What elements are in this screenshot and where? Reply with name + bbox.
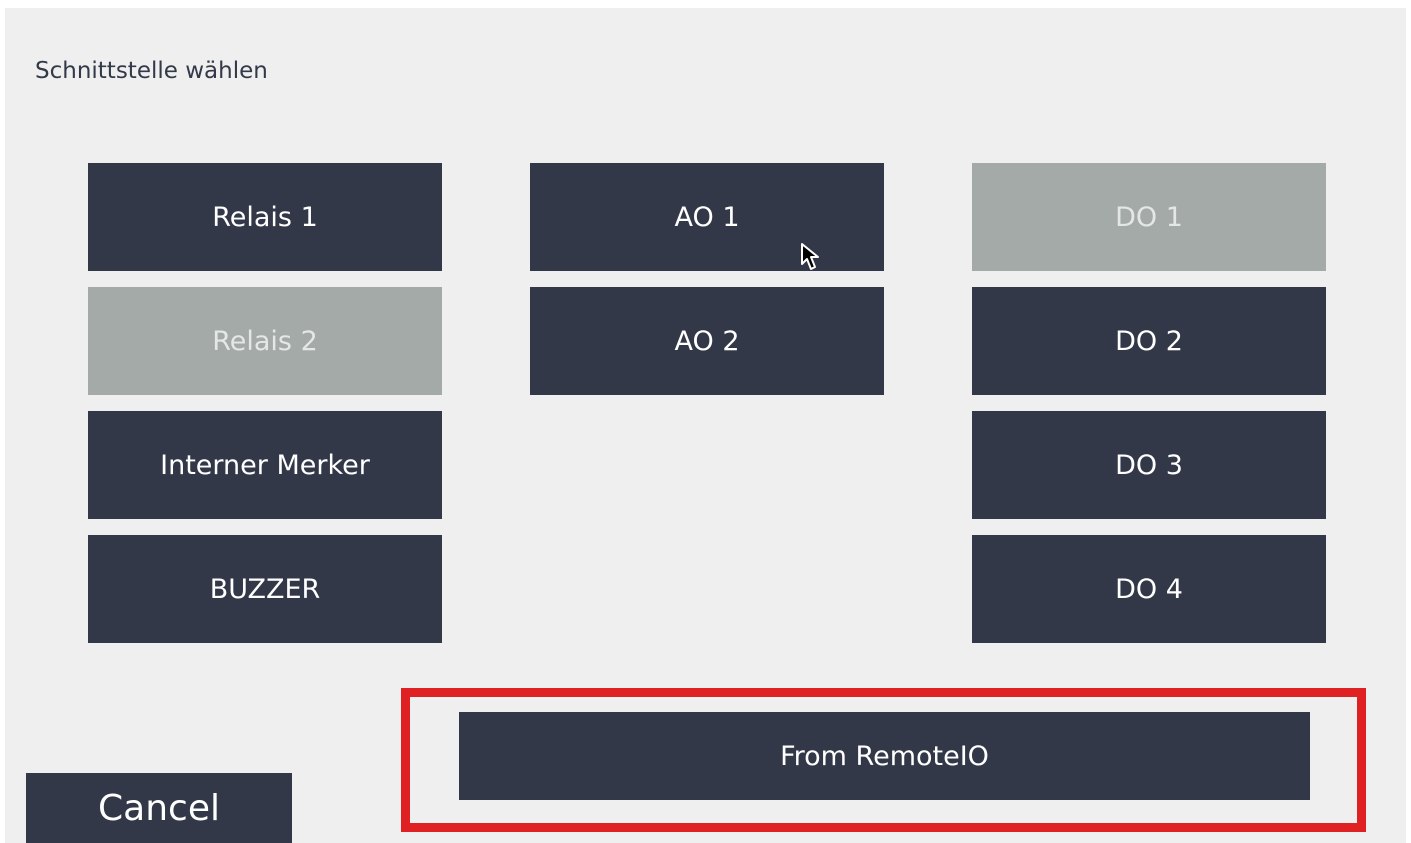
do-3-button[interactable]: DO 3 <box>972 411 1326 519</box>
from-remoteio-button[interactable]: From RemoteIO <box>459 712 1310 800</box>
relais-1-button[interactable]: Relais 1 <box>88 163 442 271</box>
relais-2-button: Relais 2 <box>88 287 442 395</box>
mouse-cursor-icon <box>801 243 819 270</box>
interner-merker-button[interactable]: Interner Merker <box>88 411 442 519</box>
do-1-button: DO 1 <box>972 163 1326 271</box>
buzzer-button[interactable]: BUZZER <box>88 535 442 643</box>
cancel-button[interactable]: Cancel <box>26 773 292 843</box>
do-2-button[interactable]: DO 2 <box>972 287 1326 395</box>
ao-1-button[interactable]: AO 1 <box>530 163 884 271</box>
do-4-button[interactable]: DO 4 <box>972 535 1326 643</box>
ao-2-button[interactable]: AO 2 <box>530 287 884 395</box>
dialog-title: Schnittstelle wählen <box>35 58 268 84</box>
